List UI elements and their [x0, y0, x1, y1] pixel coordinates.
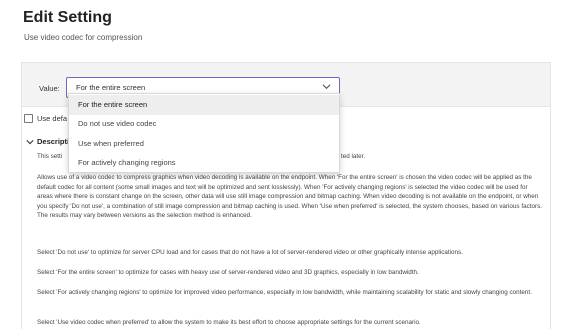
- option-entire-screen[interactable]: For the entire screen: [69, 95, 339, 115]
- description-paragraph: Select 'Use video codec when preferred' …: [37, 319, 421, 326]
- description-paragraph: Select 'For actively changing regions' t…: [37, 289, 532, 296]
- page-subtitle: Use video codec for compression: [24, 33, 143, 42]
- description-paragraph: Allows use of a video codec to compress …: [37, 174, 542, 220]
- use-default-checkbox[interactable]: [24, 114, 33, 123]
- use-default-label: Use defa: [37, 114, 68, 123]
- description-title: Descripti: [37, 137, 70, 146]
- header: Edit Setting Use video codec for compres…: [0, 0, 562, 56]
- select-value: For the entire screen: [76, 83, 146, 92]
- description-paragraph: Select 'For the entire screen' to optimi…: [37, 269, 419, 276]
- option-use-when-preferred[interactable]: Use when preferred: [69, 134, 339, 154]
- option-do-not-use[interactable]: Do not use video codec: [69, 114, 339, 134]
- description-intro-end: ted later.: [341, 153, 366, 160]
- description-paragraph: Select 'Do not use' to optimize for serv…: [37, 249, 463, 256]
- value-label: Value:: [39, 84, 60, 93]
- page-title: Edit Setting: [23, 9, 112, 26]
- value-dropdown: For the entire screen Do not use video c…: [68, 93, 340, 173]
- chevron-down-icon: [322, 84, 331, 90]
- chevron-down-icon[interactable]: [26, 138, 34, 146]
- option-actively-changing[interactable]: For actively changing regions: [69, 153, 339, 173]
